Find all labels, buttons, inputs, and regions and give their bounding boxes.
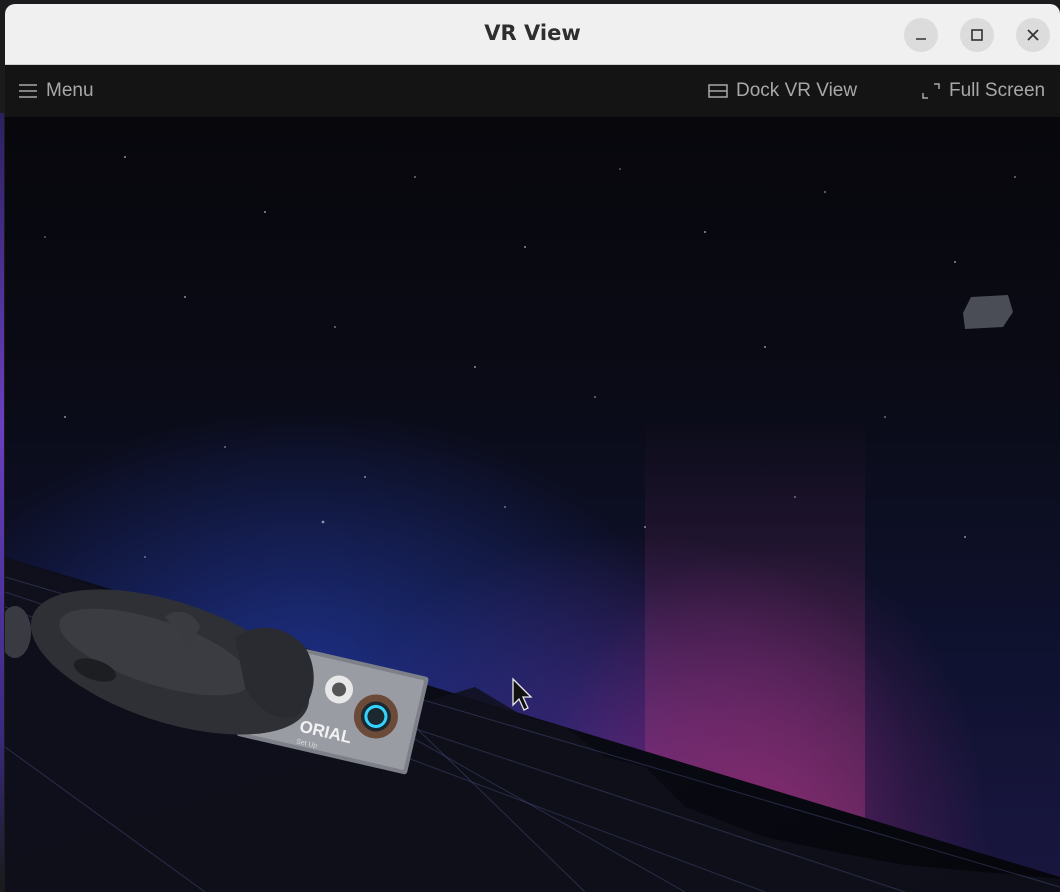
menu-button[interactable]: Menu: [18, 65, 94, 117]
minimize-button[interactable]: [904, 18, 938, 52]
background-window-edge: [0, 113, 4, 888]
mouse-cursor: [512, 677, 533, 711]
stars: [44, 156, 1016, 558]
floating-object: [963, 295, 1013, 329]
fullscreen-icon: [922, 83, 940, 99]
menu-bar: Menu Dock VR View Full Screen: [5, 65, 1060, 117]
vr-scene-viewport[interactable]: ORIAL Set Up: [5, 117, 1060, 892]
minimize-icon: [916, 38, 926, 40]
maximize-button[interactable]: [960, 18, 994, 52]
title-bar[interactable]: VR View: [5, 4, 1060, 65]
maximize-icon: [971, 29, 983, 41]
window-title: VR View: [484, 21, 581, 45]
close-button[interactable]: [1016, 18, 1050, 52]
dock-label: Dock VR View: [736, 80, 858, 101]
vr-scene-render: ORIAL Set Up: [5, 156, 1060, 892]
full-screen-button[interactable]: Full Screen: [921, 65, 1045, 117]
close-icon: [1027, 29, 1039, 41]
dock-vr-view-button[interactable]: Dock VR View: [708, 65, 857, 117]
hamburger-icon: [19, 84, 37, 98]
menu-label: Menu: [46, 80, 94, 101]
vr-view-window: VR View Menu Dock VR View Full Screen OR…: [5, 4, 1060, 892]
fullscreen-label: Full Screen: [949, 80, 1046, 101]
dock-icon: [708, 84, 728, 98]
